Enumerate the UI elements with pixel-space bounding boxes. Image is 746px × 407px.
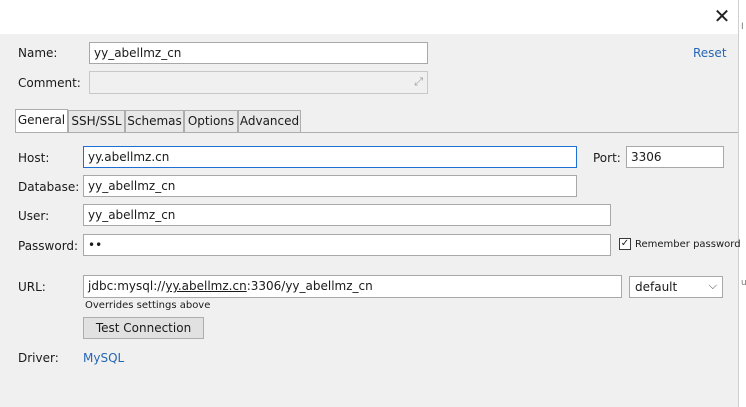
name-label: Name: [18,46,58,60]
tab-schemas[interactable]: Schemas [125,110,184,132]
close-icon[interactable]: ✕ [710,5,734,29]
remember-password-label: Remember password [635,239,741,250]
user-label: User: [18,209,50,223]
tab-options[interactable]: Options [184,110,238,132]
port-label: Port: [593,151,621,165]
url-suffix: :3306/yy_abellmz_cn [246,279,373,293]
url-input[interactable]: jdbc:mysql://yy.abellmz.cn:3306/yy_abell… [83,275,622,298]
url-prefix: jdbc:mysql:// [88,279,166,293]
driver-link[interactable]: MySQL [83,351,124,365]
url-label: URL: [18,280,46,294]
driver-label: Driver: [18,351,59,365]
url-mode-select[interactable]: default ⌵ [629,276,723,298]
reset-link[interactable]: Reset [693,46,727,60]
port-input[interactable]: 3306 [626,146,724,168]
test-connection-button[interactable]: Test Connection [83,317,204,339]
resize-grip-icon: ⤢ [414,75,423,88]
password-label: Password: [18,239,79,253]
window-edge [738,0,746,407]
host-input[interactable]: yy.abellmz.cn [83,146,577,168]
url-mode-value: default [635,280,678,294]
url-host: yy.abellmz.cn [165,279,247,293]
remember-password-checkbox[interactable]: ✓ [619,238,631,250]
edge-fragment: I [741,22,744,32]
password-input[interactable]: •• [83,234,611,256]
url-hint: Overrides settings above [85,300,211,311]
chevron-down-icon: ⌵ [708,279,717,292]
host-label: Host: [18,151,50,165]
name-input[interactable]: yy_abellmz_cn [89,42,428,64]
user-input[interactable]: yy_abellmz_cn [83,204,611,226]
comment-label: Comment: [18,76,81,90]
tab-general[interactable]: General [15,109,68,133]
tab-divider [15,132,738,133]
edge-fragment: u [741,278,746,288]
dialog-titlebar: ✕ [0,0,738,34]
tab-ssh-ssl[interactable]: SSH/SSL [68,110,125,132]
comment-field[interactable]: ⤢ [89,71,428,94]
tab-advanced[interactable]: Advanced [238,110,301,132]
database-label: Database: [18,180,80,194]
database-input[interactable]: yy_abellmz_cn [83,175,577,197]
